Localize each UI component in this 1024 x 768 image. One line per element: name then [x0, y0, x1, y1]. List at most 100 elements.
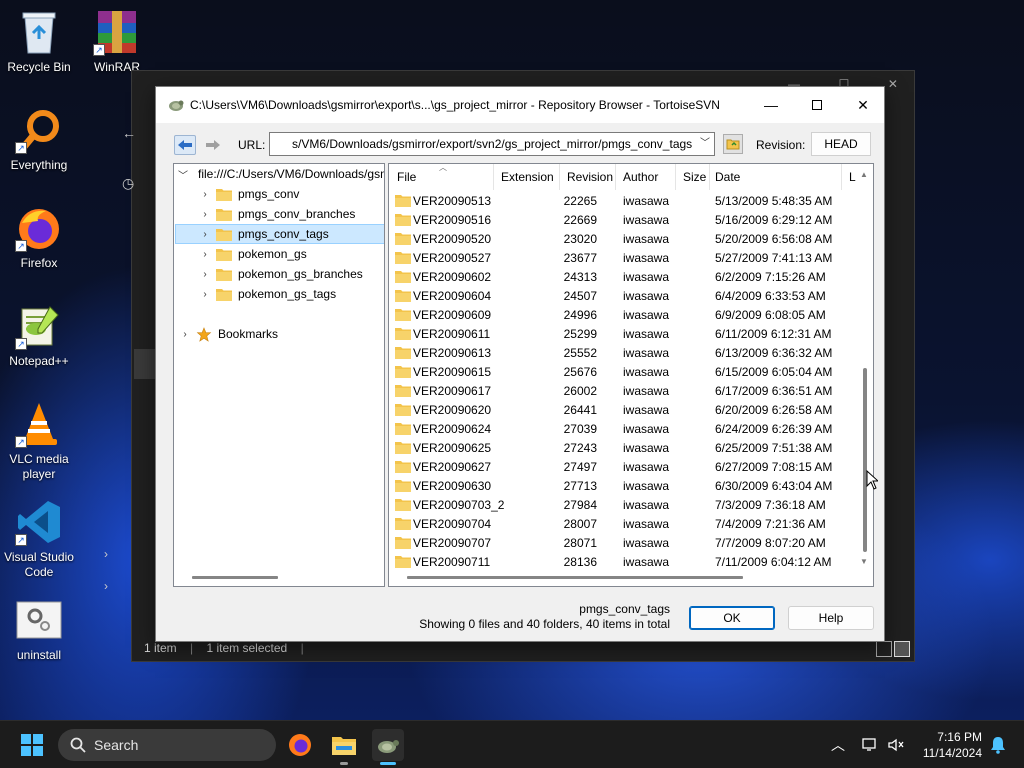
desktop-icon-firefox[interactable]: ↗ Firefox [0, 204, 78, 271]
shortcut-arrow-icon: ↗ [93, 44, 105, 56]
desktop-icon-everything[interactable]: ↗ Everything [0, 106, 78, 173]
list-row[interactable]: VER20090602 24313 iwasawa 6/2/2009 7:15:26 … [389, 267, 859, 286]
list-row[interactable]: VER20090611 25299 iwasawa 6/11/2009 6:12:31… [389, 324, 859, 343]
minimize-button[interactable]: — [748, 87, 794, 123]
list-row[interactable]: VER20090604 24507 iwasawa 6/4/2009 6:33:53 … [389, 286, 859, 305]
desktop-icon-notepadpp[interactable]: ↗ Notepad++ [0, 302, 78, 369]
back-arrow-icon[interactable]: ← [122, 125, 136, 141]
maximize-button[interactable] [794, 87, 840, 123]
close-button[interactable]: ✕ [840, 87, 886, 123]
tree-item-label: pokemon_gs_tags [238, 287, 337, 301]
list-row[interactable]: VER20090609 24996 iwasawa 6/9/2009 6:08:05 … [389, 305, 859, 324]
list-row[interactable]: VER20090527 23677 iwasawa 5/27/2009 7:41:13… [389, 248, 859, 267]
list-row[interactable]: VER20090707 28071 iwasawa 7/7/2009 8:07:20 … [389, 533, 859, 552]
desktop-icon-vscode[interactable]: ↗ Visual Studio Code [0, 498, 78, 580]
taskbar-search[interactable]: Search [58, 729, 276, 761]
scroll-down-arrow-icon[interactable]: ▼ [860, 557, 868, 566]
browse-folder-button[interactable] [723, 134, 743, 154]
chevron-down-icon[interactable]: ﹀ [178, 167, 188, 182]
column-header-date[interactable]: Date [715, 170, 740, 184]
row-revision: 26441 [563, 403, 597, 417]
volume-button[interactable] [880, 729, 912, 761]
list-row[interactable]: VER20090630 27713 iwasawa 6/30/2009 6:43:04… [389, 476, 859, 495]
desktop-icon-uninstall[interactable]: uninstall [0, 596, 78, 663]
folder-icon [216, 208, 232, 221]
list-horizontal-scrollbar[interactable] [407, 576, 743, 579]
tree-item-pokemon-gs-tags[interactable]: › pokemon_gs_tags [174, 284, 384, 304]
title-bar[interactable]: C:\Users\VM6\Downloads\gsmirror\export\s… [156, 87, 884, 123]
tree-item-pmgs-conv[interactable]: › pmgs_conv [174, 184, 384, 204]
list-row[interactable]: VER20090513 22265 iwasawa 5/13/2009 5:48:35… [389, 191, 859, 210]
row-date: 7/4/2009 7:21:36 AM [715, 517, 826, 531]
back-button[interactable] [174, 135, 196, 155]
taskbar-file-explorer[interactable] [328, 729, 360, 765]
list-row[interactable]: VER20090613 25552 iwasawa 6/13/2009 6:36:32… [389, 343, 859, 362]
tree-item-pokemon-gs[interactable]: › pokemon_gs [174, 244, 384, 264]
tree-item-pmgs-conv-tags[interactable]: › pmgs_conv_tags [174, 224, 384, 244]
list-row[interactable]: VER20090516 22669 iwasawa 5/16/2009 6:29:12… [389, 210, 859, 229]
list-row[interactable]: VER20090617 26002 iwasawa 6/17/2009 6:36:51… [389, 381, 859, 400]
chevron-right-icon[interactable]: › [198, 269, 212, 280]
list-row[interactable]: VER20090624 27039 iwasawa 6/24/2009 6:26:39… [389, 419, 859, 438]
list-vertical-scrollbar[interactable]: ▲ ▼ [857, 164, 873, 571]
tiles-view-icon[interactable] [894, 641, 910, 657]
chevron-right-icon[interactable]: › [198, 229, 212, 240]
notifications-button[interactable] [982, 729, 1014, 761]
list-row[interactable]: VER20090704 28007 iwasawa 7/4/2009 7:21:36 … [389, 514, 859, 533]
scroll-up-arrow-icon[interactable]: ▲ [860, 170, 868, 179]
close-icon[interactable]: ✕ [888, 77, 898, 95]
ok-button[interactable]: OK [689, 606, 775, 630]
list-row[interactable]: VER20090711 28136 iwasawa 7/11/2009 6:04:12… [389, 552, 859, 571]
list-row[interactable]: VER20090620 26441 iwasawa 6/20/2009 6:26:58… [389, 400, 859, 419]
list-row[interactable]: VER20090520 23020 iwasawa 5/20/2009 6:56:08… [389, 229, 859, 248]
tree-item-pmgs-conv-branches[interactable]: › pmgs_conv_branches [174, 204, 384, 224]
column-header-extension[interactable]: Extension [501, 170, 554, 184]
tree-item-bookmarks[interactable]: › Bookmarks [174, 324, 384, 344]
column-header-file[interactable]: File [397, 170, 416, 184]
desktop-icon-label: VLC media player [9, 452, 69, 481]
list-row[interactable]: VER20090625 27243 iwasawa 6/25/2009 7:51:38… [389, 438, 859, 457]
tree-horizontal-scrollbar[interactable] [192, 576, 278, 579]
repository-tree[interactable]: ﹀ file:///C:/Users/VM6/Downloads/gsmirro… [173, 163, 385, 587]
column-separator [559, 164, 560, 190]
desktop-icon-winrar[interactable]: ↗ WinRAR [78, 8, 156, 75]
row-revision: 24996 [563, 308, 597, 322]
column-header-lock[interactable]: L [849, 170, 856, 184]
chevron-down-icon[interactable]: ﹀ [700, 133, 710, 155]
row-date: 5/20/2009 6:56:08 AM [715, 232, 833, 246]
chevron-right-icon[interactable]: › [198, 249, 212, 260]
chevron-right-icon[interactable]: › [104, 547, 108, 561]
desktop-icon-recycle-bin[interactable]: Recycle Bin [0, 8, 78, 75]
scrollbar-thumb[interactable] [863, 368, 867, 552]
forward-button[interactable] [202, 135, 224, 155]
start-button[interactable] [16, 729, 48, 761]
chevron-right-icon[interactable]: › [198, 289, 212, 300]
show-hidden-icons-button[interactable]: ︿ [822, 729, 854, 761]
mouse-cursor-icon [866, 470, 878, 490]
row-date: 6/2/2009 7:15:26 AM [715, 270, 826, 284]
list-row[interactable]: VER20090615 25676 iwasawa 6/15/2009 6:05:04… [389, 362, 859, 381]
column-header-author[interactable]: Author [623, 170, 658, 184]
url-input[interactable]: s/VM6/Downloads/gsmirror/export/svn2/gs_… [269, 132, 715, 156]
list-row[interactable]: VER20090627 27497 iwasawa 6/27/2009 7:08:15… [389, 457, 859, 476]
taskbar-tortoisesvn[interactable] [372, 729, 404, 765]
chevron-right-icon[interactable]: › [198, 189, 212, 200]
row-file-name: VER20090609 [413, 308, 492, 322]
desktop-icon-vlc[interactable]: ↗ VLC media player [0, 400, 78, 482]
list-row[interactable]: VER20090703_2 27984 iwasawa 7/3/2009 7:36:1… [389, 495, 859, 514]
help-button[interactable]: Help [788, 606, 874, 630]
taskbar-clock[interactable]: 7:16 PM 11/14/2024 [923, 729, 982, 761]
folder-icon [395, 556, 411, 568]
chevron-right-icon[interactable]: › [198, 209, 212, 220]
row-date: 7/11/2009 6:04:12 AM [715, 555, 832, 569]
tree-item-pokemon-gs-branches[interactable]: › pokemon_gs_branches [174, 264, 384, 284]
file-list[interactable]: ︿ File Extension Revision Author Size Da… [388, 163, 874, 587]
chevron-right-icon[interactable]: › [104, 579, 108, 593]
tree-root[interactable]: ﹀ file:///C:/Users/VM6/Downloads/gsmirro… [174, 164, 384, 184]
chevron-right-icon[interactable]: › [178, 329, 192, 340]
revision-button[interactable]: HEAD [811, 132, 871, 156]
column-header-revision[interactable]: Revision [567, 170, 613, 184]
column-header-size[interactable]: Size [683, 170, 706, 184]
details-view-icon[interactable] [876, 641, 892, 657]
taskbar-firefox[interactable] [284, 729, 316, 761]
